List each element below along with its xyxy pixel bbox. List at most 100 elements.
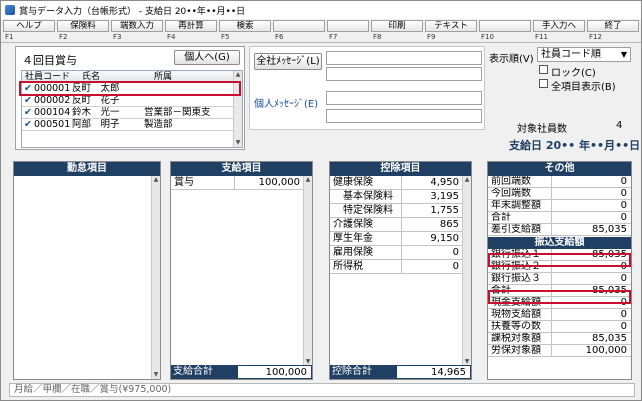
scroll-up-icon[interactable]: ▲ <box>152 176 160 184</box>
fkey-f1[interactable]: ヘルプ F1 <box>3 20 57 42</box>
show-all-checkbox[interactable] <box>539 79 548 88</box>
transfer-value[interactable]: 85,035 <box>552 249 631 260</box>
insurance-button[interactable]: 保険料 <box>57 20 109 32</box>
other-label: 合計 <box>488 212 552 223</box>
f6-button[interactable] <box>273 20 325 32</box>
fkey-f5[interactable]: 検索 F5 <box>219 20 273 42</box>
fraction-button[interactable]: 端数入力 <box>111 20 163 32</box>
other-row[interactable]: 現金支給額 0 <box>488 297 631 309</box>
f10-button[interactable] <box>479 20 531 32</box>
other-label: 前回端数 <box>488 176 552 187</box>
other-label: 差引支給額 <box>488 224 552 235</box>
deduction-value[interactable]: 3,195 <box>402 190 463 203</box>
fkey-f6[interactable]: F6 <box>273 20 327 42</box>
attendance-scrollbar[interactable]: ▲ ▼ <box>151 176 160 379</box>
col-code: 社員コード <box>25 72 71 82</box>
f7-button[interactable] <box>327 20 369 32</box>
employee-row[interactable]: ✔ 000104 鈴木 光一 営業部－関東支 <box>22 107 242 119</box>
fkey-f4[interactable]: 再計算 F4 <box>165 20 219 42</box>
employee-name: 反町 太郎 <box>72 83 120 94</box>
scroll-down-icon[interactable]: ▼ <box>152 371 160 379</box>
fkey-f11[interactable]: 手入力へ F11 <box>533 20 587 42</box>
fkey-f10[interactable]: F10 <box>479 20 533 42</box>
company-message-button[interactable]: 全社ﾒｯｾｰｼﾞ(L) <box>254 53 322 70</box>
payment-header: 支給項目 <box>171 162 312 176</box>
transfer-value[interactable]: 0 <box>552 261 631 272</box>
deduction-row[interactable]: 介護保険 865 <box>330 218 463 232</box>
recalc-button[interactable]: 再計算 <box>165 20 217 32</box>
manual-entry-button[interactable]: 手入力へ <box>533 20 585 32</box>
personal-message-line-2[interactable] <box>326 109 482 123</box>
deduction-row[interactable]: 雇用保険 0 <box>330 246 463 260</box>
fkey-f8[interactable]: 印刷 F8 <box>371 20 425 42</box>
other-row: 合計 0 <box>488 212 631 224</box>
payment-value[interactable]: 100,000 <box>235 176 304 189</box>
employee-code: 000501 <box>34 119 70 130</box>
deduction-value[interactable]: 1,755 <box>402 204 463 217</box>
transfer-label: 合計 <box>488 285 552 296</box>
deduction-value[interactable]: 4,950 <box>402 176 463 189</box>
fkey-f9[interactable]: テキスト F9 <box>425 20 479 42</box>
payment-total-value: 100,000 <box>237 365 312 379</box>
fkey-f7[interactable]: F7 <box>327 20 371 42</box>
search-button[interactable]: 検索 <box>219 20 271 32</box>
employee-list-scrollbar[interactable]: ▲ ▼ <box>233 71 242 147</box>
scroll-up-icon[interactable]: ▲ <box>463 176 471 184</box>
fkey-label: F2 <box>59 33 68 41</box>
scroll-up-icon[interactable]: ▲ <box>304 176 312 184</box>
deduction-value[interactable]: 9,150 <box>402 232 463 245</box>
help-button[interactable]: ヘルプ <box>3 20 55 32</box>
other-value: 0 <box>620 188 627 199</box>
other-row: 年末調整額 0 <box>488 200 631 212</box>
print-button[interactable]: 印刷 <box>371 20 423 32</box>
employee-row[interactable]: ✔ 000001 反町 太郎 <box>22 83 242 95</box>
individual-button[interactable]: 個人へ(G) <box>174 50 240 65</box>
other-label: 今回端数 <box>488 188 552 199</box>
other-row: 労保対象額 100,000 <box>488 345 631 357</box>
deduction-row[interactable]: 健康保険 4,950 <box>330 176 463 190</box>
deduction-label: 基本保険料 <box>330 190 402 203</box>
transfer-row[interactable]: 銀行振込３ 0 <box>488 273 631 285</box>
fkey-label: F11 <box>535 33 548 41</box>
transfer-label: 銀行振込３ <box>488 273 552 284</box>
company-message-line-1[interactable] <box>326 51 482 65</box>
scroll-up-icon[interactable]: ▲ <box>234 71 242 79</box>
transfer-row[interactable]: 銀行振込２ 0 <box>488 261 631 273</box>
other-value[interactable]: 0 <box>552 309 631 320</box>
deduction-value[interactable]: 0 <box>402 246 463 259</box>
deduction-row[interactable]: 所得税 0 <box>330 260 463 274</box>
deduction-label: 特定保険料 <box>330 204 402 217</box>
message-panel: 全社ﾒｯｾｰｼﾞ(L) 個人ﾒｯｾｰｼﾞ(E) <box>249 46 485 130</box>
deduction-value[interactable]: 865 <box>402 218 463 231</box>
deduction-value[interactable]: 0 <box>402 260 463 273</box>
transfer-value[interactable]: 0 <box>552 273 631 284</box>
deduction-row[interactable]: 厚生年金 9,150 <box>330 232 463 246</box>
title-bar: 賞与データ入力（台帳形式） - 支給日 20••年••月••日 <box>1 1 641 19</box>
payment-scrollbar[interactable]: ▲ ▼ <box>303 176 312 366</box>
personal-message-line-1[interactable] <box>326 91 482 105</box>
order-select[interactable]: 社員コード順 ▼ <box>537 47 631 62</box>
lock-checkbox[interactable] <box>539 65 548 74</box>
employee-row[interactable]: ✔ 000501 阿部 明子 製造部 <box>22 119 242 131</box>
fkey-f2[interactable]: 保険料 F2 <box>57 20 111 42</box>
employee-row[interactable]: ✔ 000002 反町 花子 <box>22 95 242 107</box>
other-row[interactable]: 現物支給額 0 <box>488 309 631 321</box>
fkey-f12[interactable]: 終了 F12 <box>587 20 641 42</box>
transfer-row[interactable]: 銀行振込１ 85,035 <box>488 249 631 261</box>
deduction-row[interactable]: 基本保険料 3,195 <box>330 190 463 204</box>
payment-panel: 支給項目 賞与 100,000 ▲ ▼ 支給合計 100,000 <box>170 161 313 380</box>
other-value[interactable]: 0 <box>552 321 631 332</box>
text-button[interactable]: テキスト <box>425 20 477 32</box>
scroll-down-icon[interactable]: ▼ <box>234 139 242 147</box>
deduction-row[interactable]: 特定保険料 1,755 <box>330 204 463 218</box>
fkey-label: F8 <box>373 33 382 41</box>
fkey-f3[interactable]: 端数入力 F3 <box>111 20 165 42</box>
other-value[interactable]: 0 <box>552 297 631 308</box>
payment-row[interactable]: 賞与 100,000 <box>171 176 304 190</box>
company-message-line-2[interactable] <box>326 67 482 81</box>
exit-button[interactable]: 終了 <box>587 20 639 32</box>
other-row[interactable]: 扶養等の数 0 <box>488 321 631 333</box>
deduction-scrollbar[interactable]: ▲ ▼ <box>462 176 471 366</box>
transfer-header: 振込支給額 <box>488 237 631 249</box>
deduction-label: 雇用保険 <box>330 246 402 259</box>
